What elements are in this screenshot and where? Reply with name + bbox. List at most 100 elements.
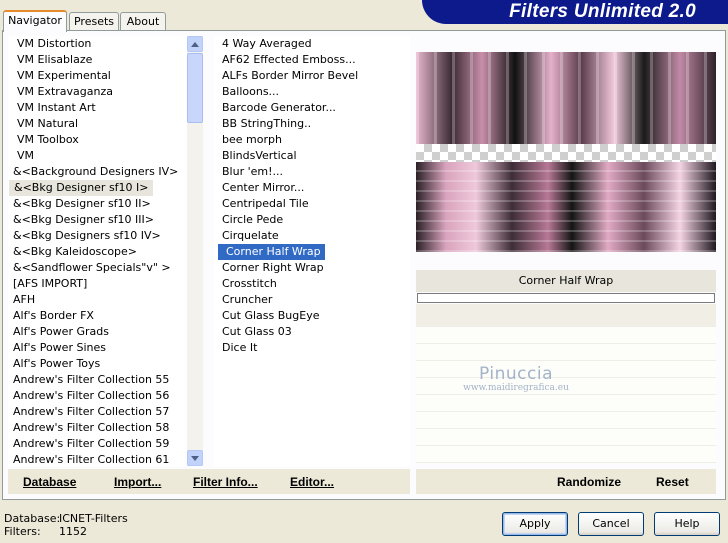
category-item-label: &<Background Designers IV> [13,165,179,178]
category-item-label: Andrew's Filter Collection 55 [13,373,170,386]
category-item[interactable]: VM Instant Art [8,100,187,116]
filter-item-label: ALFs Border Mirror Bevel [222,69,359,82]
chevron-down-icon [191,455,199,461]
category-item[interactable]: VM Toolbox [8,132,187,148]
category-item[interactable]: VM Distortion [8,36,187,52]
category-item[interactable]: Andrew's Filter Collection 57 [8,404,187,420]
category-scrollbar[interactable] [187,36,203,466]
filter-item[interactable]: ALFs Border Mirror Bevel [214,68,410,84]
category-item-label: Andrew's Filter Collection 57 [13,405,170,418]
category-item[interactable]: Andrew's Filter Collection 55 [8,372,187,388]
filter-item[interactable]: Dice It [214,340,410,356]
cancel-button[interactable]: Cancel [578,512,644,536]
filter-info-button[interactable]: Filter Info... [193,475,258,489]
category-list: VM Distortion VM Elisablaze VM Experimenta… [8,36,187,466]
category-item[interactable]: Andrew's Filter Collection 59 [8,436,187,452]
status-database-label: Database: [4,512,61,525]
category-item-label: AFH [13,293,36,306]
scroll-thumb[interactable] [187,53,203,123]
category-item[interactable]: Alf's Border FX [8,308,187,324]
filter-item-label: Cut Glass 03 [222,325,292,338]
filter-item[interactable]: Cut Glass BugEye [214,308,410,324]
category-item[interactable]: &<Bkg Designer sf10 I> [8,180,187,196]
scroll-up-button[interactable] [187,36,203,52]
filter-item[interactable]: BB StringThing.. [214,116,410,132]
category-item[interactable]: [AFS IMPORT] [8,276,187,292]
apply-button[interactable]: Apply [502,512,568,536]
filter-item[interactable]: Circle Pede [214,212,410,228]
category-item[interactable]: Alf's Power Toys [8,356,187,372]
filter-item-label: Center Mirror... [222,181,305,194]
filter-item[interactable]: Cirquelate [214,228,410,244]
watermark: Pinuccia www.maidiregrafica.eu [416,364,616,393]
filter-item[interactable]: Corner Right Wrap [214,260,410,276]
status-filters-value: 1152 [59,525,87,538]
filter-item[interactable]: Balloons... [214,84,410,100]
filter-item[interactable]: Center Mirror... [214,180,410,196]
tab-navigator[interactable]: Navigator [3,10,67,32]
filter-item[interactable]: Barcode Generator... [214,100,410,116]
category-item-label: &<Bkg Designer sf10 III> [13,213,155,226]
database-button[interactable]: Database [23,475,76,489]
tab-about[interactable]: About [120,12,166,30]
category-item-label: [AFS IMPORT] [13,277,88,290]
filter-item[interactable]: 4 Way Averaged [214,36,410,52]
right-toolbar: Randomize Reset [416,469,716,494]
filter-item[interactable]: Blur 'em!... [214,164,410,180]
category-item[interactable]: &<Bkg Designers sf10 IV> [8,228,187,244]
category-item[interactable]: Andrew's Filter Collection 61 [8,452,187,466]
import-button[interactable]: Import... [114,475,161,489]
category-item-label: VM [17,149,35,162]
category-item[interactable]: VM Extravaganza [8,84,187,100]
chevron-up-icon [191,41,199,47]
category-item-label: Andrew's Filter Collection 56 [13,389,170,402]
filter-item-label: 4 Way Averaged [222,37,312,50]
help-button[interactable]: Help [654,512,720,536]
filter-item[interactable]: Crosstitch [214,276,410,292]
filter-item[interactable]: Cut Glass 03 [214,324,410,340]
category-item-label: Andrew's Filter Collection 59 [13,437,170,450]
category-item[interactable]: &<Bkg Designer sf10 II> [8,196,187,212]
brand-banner: Filters Unlimited 2.0 [422,0,728,24]
category-item-label: &<Bkg Designers sf10 IV> [13,229,161,242]
filter-item-label: Balloons... [222,85,280,98]
category-item-label: Andrew's Filter Collection 61 [13,453,170,466]
filter-item-label: Crosstitch [222,277,277,290]
category-item[interactable]: VM [8,148,187,164]
filter-item-label: AF62 Effected Emboss... [222,53,356,66]
category-item[interactable]: Andrew's Filter Collection 56 [8,388,187,404]
category-item[interactable]: VM Experimental [8,68,187,84]
tab-presets[interactable]: Presets [69,12,119,30]
category-item[interactable]: VM Natural [8,116,187,132]
category-item-label: VM Natural [17,117,79,130]
filter-item[interactable]: BlindsVertical [214,148,410,164]
reset-button[interactable]: Reset [656,475,689,489]
filter-item[interactable]: Centripedal Tile [214,196,410,212]
editor-button[interactable]: Editor... [290,475,334,489]
filter-item[interactable]: bee morph [214,132,410,148]
category-item[interactable]: VM Elisablaze [8,52,187,68]
watermark-subtitle: www.maidiregrafica.eu [463,383,569,393]
category-item[interactable]: Andrew's Filter Collection 58 [8,420,187,436]
filter-item[interactable]: Corner Half Wrap [214,244,410,260]
category-item[interactable]: &<Sandflower Specials"v" > [8,260,187,276]
category-item-label: VM Distortion [17,37,92,50]
filter-item[interactable]: AF62 Effected Emboss... [214,52,410,68]
category-item-label: &<Bkg Kaleidoscope> [13,245,138,258]
category-item[interactable]: AFH [8,292,187,308]
filter-item-label: Corner Right Wrap [222,261,324,274]
status-filters-label: Filters: [4,525,41,538]
category-item[interactable]: &<Bkg Designer sf10 III> [8,212,187,228]
filter-item-label: Cirquelate [222,229,279,242]
category-item[interactable]: &<Bkg Kaleidoscope> [8,244,187,260]
filter-item[interactable]: Cruncher [214,292,410,308]
category-item[interactable]: Alf's Power Grads [8,324,187,340]
category-item-label: Alf's Power Grads [13,325,109,338]
randomize-button[interactable]: Randomize [557,475,621,489]
category-item[interactable]: &<Background Designers IV> [8,164,187,180]
preview-image-top [416,52,716,144]
scroll-down-button[interactable] [187,450,203,466]
category-item-label: Alf's Power Sines [13,341,106,354]
category-item[interactable]: Alf's Power Sines [8,340,187,356]
watermark-title: Pinuccia [479,364,553,384]
